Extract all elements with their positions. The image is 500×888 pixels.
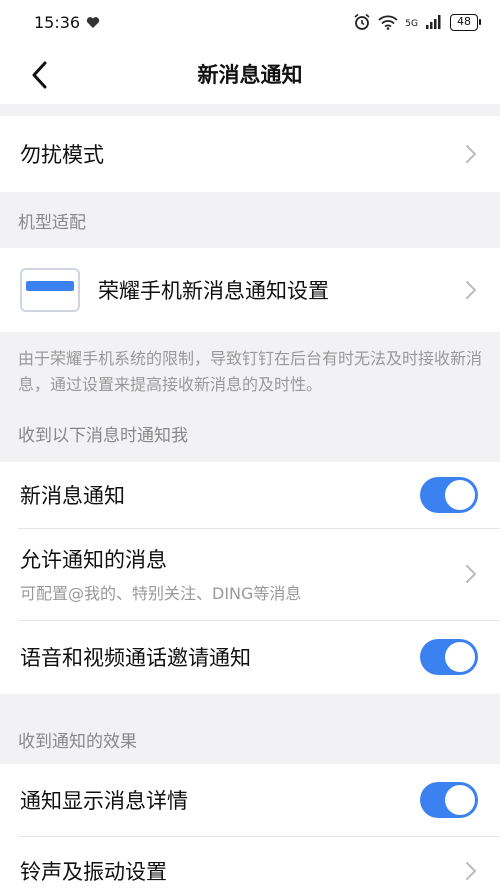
status-bar: 15:36 5G 48: [0, 0, 500, 44]
allowed-messages-label: 允许通知的消息: [20, 548, 167, 572]
back-button[interactable]: [22, 58, 56, 92]
network-type: 5G: [405, 19, 418, 29]
status-right: 5G 48: [353, 13, 481, 31]
heart-icon: [86, 16, 100, 28]
alarm-icon: [354, 13, 370, 30]
back-arrow-icon: [32, 61, 47, 89]
phone-screen-bar: [26, 281, 74, 291]
show-details-label: 通知显示消息详情: [20, 789, 188, 813]
nav-bar: 新消息通知: [0, 44, 500, 104]
chevron-right-icon: [466, 565, 477, 583]
phone-icon: [20, 268, 80, 312]
signal-icon: [426, 15, 441, 29]
allowed-messages-sub: 可配置@我的、特别关注、DING等消息: [20, 584, 302, 603]
dnd-cell[interactable]: 勿扰模式: [0, 116, 500, 192]
device-adapt-cell[interactable]: 荣耀手机新消息通知设置: [0, 248, 500, 332]
allowed-messages-cell[interactable]: 允许通知的消息 可配置@我的、特别关注、DING等消息: [0, 528, 500, 620]
chevron-right-icon: [466, 862, 477, 880]
page-title: 新消息通知: [197, 63, 303, 87]
section-header-device: 机型适配: [18, 212, 86, 233]
new-message-label: 新消息通知: [20, 484, 125, 508]
wifi-icon: [378, 15, 398, 30]
chevron-right-icon: [466, 145, 477, 163]
battery-indicator: 48: [450, 13, 481, 31]
new-message-toggle[interactable]: [420, 477, 478, 513]
device-note: 由于荣耀手机系统的限制，导致钉钉在后台有时无法及时接收新消息，通过设置来提高接收…: [18, 349, 483, 394]
show-details-toggle[interactable]: [420, 782, 478, 818]
new-message-cell: 新消息通知: [0, 462, 500, 528]
toggle-knob: [445, 480, 475, 510]
section-header-effect: 收到通知的效果: [18, 731, 137, 752]
divider: [18, 528, 500, 529]
toggle-knob: [445, 785, 475, 815]
ring-vibration-cell[interactable]: 铃声及振动设置: [0, 836, 500, 888]
allowed-messages-text: 允许通知的消息 可配置@我的、特别关注、DING等消息: [20, 544, 301, 604]
call-invite-cell: 语音和视频通话邀请通知: [0, 620, 500, 694]
divider: [18, 836, 500, 837]
chevron-right-icon: [466, 281, 477, 299]
status-left: 15:36: [34, 13, 100, 32]
dnd-label: 勿扰模式: [20, 143, 104, 167]
section-header-notify: 收到以下消息时通知我: [18, 425, 188, 446]
ring-vibration-label: 铃声及振动设置: [20, 860, 167, 884]
divider: [18, 620, 500, 621]
device-adapt-label: 荣耀手机新消息通知设置: [98, 279, 329, 303]
status-time: 15:36: [34, 12, 81, 32]
call-invite-toggle[interactable]: [420, 639, 478, 675]
call-invite-label: 语音和视频通话邀请通知: [20, 646, 251, 670]
toggle-knob: [445, 642, 475, 672]
show-details-cell: 通知显示消息详情: [0, 764, 500, 836]
